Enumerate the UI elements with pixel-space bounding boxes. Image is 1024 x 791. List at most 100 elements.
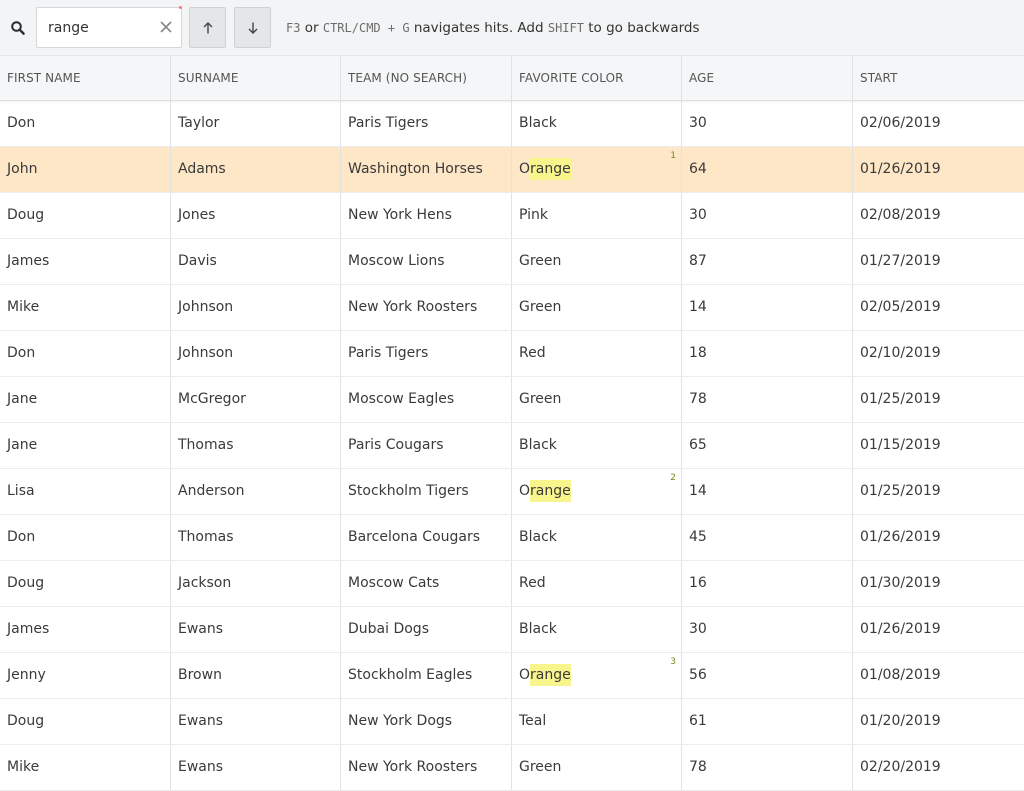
table-cell[interactable]: Black — [512, 607, 682, 652]
table-row[interactable]: James Ewans Dubai Dogs Black 30 01/26/2019 — [0, 607, 1024, 653]
table-row[interactable]: Lisa Anderson Stockholm Tigers Orange 2 14 01/… — [0, 469, 1024, 515]
table-row[interactable]: John Adams Washington Horses Orange 1 64 01/26… — [0, 147, 1024, 193]
table-cell[interactable]: 01/08/2019 — [853, 653, 1024, 698]
table-cell[interactable]: Jenny — [0, 653, 171, 698]
table-cell[interactable]: Black — [512, 101, 682, 146]
table-cell[interactable]: Davis — [171, 239, 341, 284]
table-cell[interactable]: Washington Horses — [341, 147, 512, 192]
table-cell[interactable]: Doug — [0, 561, 171, 606]
table-cell[interactable]: 02/06/2019 — [853, 101, 1024, 146]
table-cell[interactable]: 64 — [682, 147, 853, 192]
table-cell[interactable]: Green — [512, 285, 682, 330]
table-cell[interactable]: 01/26/2019 — [853, 147, 1024, 192]
table-cell[interactable]: 30 — [682, 101, 853, 146]
column-header-favorite-color[interactable]: Favorite Color — [512, 56, 682, 100]
table-cell[interactable]: James — [0, 607, 171, 652]
table-cell[interactable]: Teal — [512, 699, 682, 744]
table-row[interactable]: Mike Johnson New York Roosters Green 14 02/05… — [0, 285, 1024, 331]
table-cell[interactable]: Jackson — [171, 561, 341, 606]
column-header-start[interactable]: Start — [853, 56, 1024, 100]
table-cell[interactable]: Doug — [0, 193, 171, 238]
table-cell[interactable]: Orange 1 — [512, 147, 682, 192]
table-cell[interactable]: 01/26/2019 — [853, 515, 1024, 560]
table-cell[interactable]: Moscow Eagles — [341, 377, 512, 422]
table-cell[interactable]: Don — [0, 515, 171, 560]
table-cell[interactable]: Adams — [171, 147, 341, 192]
table-cell[interactable]: 30 — [682, 607, 853, 652]
table-row[interactable]: Jane McGregor Moscow Eagles Green 78 01/25/20… — [0, 377, 1024, 423]
table-cell[interactable]: 61 — [682, 699, 853, 744]
table-cell[interactable]: Paris Cougars — [341, 423, 512, 468]
table-cell[interactable]: Anderson — [171, 469, 341, 514]
column-header-team-no-search[interactable]: Team (no search) — [341, 56, 512, 100]
table-cell[interactable]: Paris Tigers — [341, 331, 512, 376]
table-cell[interactable]: Paris Tigers — [341, 101, 512, 146]
table-cell[interactable]: 02/08/2019 — [853, 193, 1024, 238]
table-cell[interactable]: Green — [512, 239, 682, 284]
table-cell[interactable]: 14 — [682, 285, 853, 330]
table-cell[interactable]: New York Hens — [341, 193, 512, 238]
table-cell[interactable]: Lisa — [0, 469, 171, 514]
table-cell[interactable]: 14 — [682, 469, 853, 514]
search-input[interactable] — [37, 8, 155, 47]
table-cell[interactable]: Red — [512, 331, 682, 376]
table-cell[interactable]: New York Dogs — [341, 699, 512, 744]
table-cell[interactable]: Don — [0, 101, 171, 146]
table-cell[interactable]: James — [0, 239, 171, 284]
table-cell[interactable]: John — [0, 147, 171, 192]
table-row[interactable]: Don Johnson Paris Tigers Red 18 02/10/2019 — [0, 331, 1024, 377]
table-cell[interactable]: Thomas — [171, 515, 341, 560]
column-header-first-name[interactable]: First Name — [0, 56, 171, 100]
table-cell[interactable]: Ewans — [171, 607, 341, 652]
table-cell[interactable]: Doug — [0, 699, 171, 744]
table-cell[interactable]: Thomas — [171, 423, 341, 468]
table-cell[interactable]: Don — [0, 331, 171, 376]
table-cell[interactable]: 56 — [682, 653, 853, 698]
table-cell[interactable]: 30 — [682, 193, 853, 238]
table-cell[interactable]: 01/15/2019 — [853, 423, 1024, 468]
table-cell[interactable]: Jane — [0, 377, 171, 422]
table-cell[interactable]: McGregor — [171, 377, 341, 422]
table-cell[interactable]: Stockholm Eagles — [341, 653, 512, 698]
table-cell[interactable]: 01/25/2019 — [853, 377, 1024, 422]
table-cell[interactable]: Mike — [0, 285, 171, 330]
clear-search-button[interactable] — [157, 18, 175, 36]
table-row[interactable]: Doug Jackson Moscow Cats Red 16 01/30/2019 — [0, 561, 1024, 607]
table-cell[interactable]: 02/05/2019 — [853, 285, 1024, 330]
table-cell[interactable]: Jones — [171, 193, 341, 238]
column-header-age[interactable]: Age — [682, 56, 853, 100]
table-cell[interactable]: 65 — [682, 423, 853, 468]
table-cell[interactable]: 18 — [682, 331, 853, 376]
table-row[interactable]: Doug Ewans New York Dogs Teal 61 01/20/2019 — [0, 699, 1024, 745]
table-cell[interactable]: Green — [512, 377, 682, 422]
table-cell[interactable]: Red — [512, 561, 682, 606]
table-cell[interactable]: Johnson — [171, 331, 341, 376]
table-cell[interactable]: Barcelona Cougars — [341, 515, 512, 560]
table-row[interactable]: Jane Thomas Paris Cougars Black 65 01/15/2019 — [0, 423, 1024, 469]
table-cell[interactable]: Stockholm Tigers — [341, 469, 512, 514]
table-cell[interactable]: 01/25/2019 — [853, 469, 1024, 514]
table-cell[interactable]: Brown — [171, 653, 341, 698]
table-cell[interactable]: Taylor — [171, 101, 341, 146]
next-hit-button[interactable] — [234, 7, 271, 48]
table-cell[interactable]: Johnson — [171, 285, 341, 330]
table-cell[interactable]: Ewans — [171, 699, 341, 744]
table-row[interactable]: Don Thomas Barcelona Cougars Black 45 01/26/2… — [0, 515, 1024, 561]
table-cell[interactable]: Moscow Cats — [341, 561, 512, 606]
column-header-surname[interactable]: Surname — [171, 56, 341, 100]
table-cell[interactable]: Black — [512, 515, 682, 560]
table-cell[interactable]: Pink — [512, 193, 682, 238]
table-row[interactable]: Jenny Brown Stockholm Eagles Orange 3 56 01/08… — [0, 653, 1024, 699]
table-cell[interactable]: 02/10/2019 — [853, 331, 1024, 376]
table-row[interactable]: Doug Jones New York Hens Pink 30 02/08/2019 — [0, 193, 1024, 239]
table-cell[interactable]: 45 — [682, 515, 853, 560]
table-cell[interactable]: Black — [512, 423, 682, 468]
table-cell[interactable]: Moscow Lions — [341, 239, 512, 284]
table-cell[interactable]: 01/27/2019 — [853, 239, 1024, 284]
table-cell[interactable]: 01/26/2019 — [853, 607, 1024, 652]
table-cell[interactable]: Orange 3 — [512, 653, 682, 698]
table-cell[interactable]: Orange 2 — [512, 469, 682, 514]
table-cell[interactable]: Jane — [0, 423, 171, 468]
table-row[interactable]: Don Taylor Paris Tigers Black 30 02/06/2019 — [0, 101, 1024, 147]
table-cell[interactable]: 16 — [682, 561, 853, 606]
